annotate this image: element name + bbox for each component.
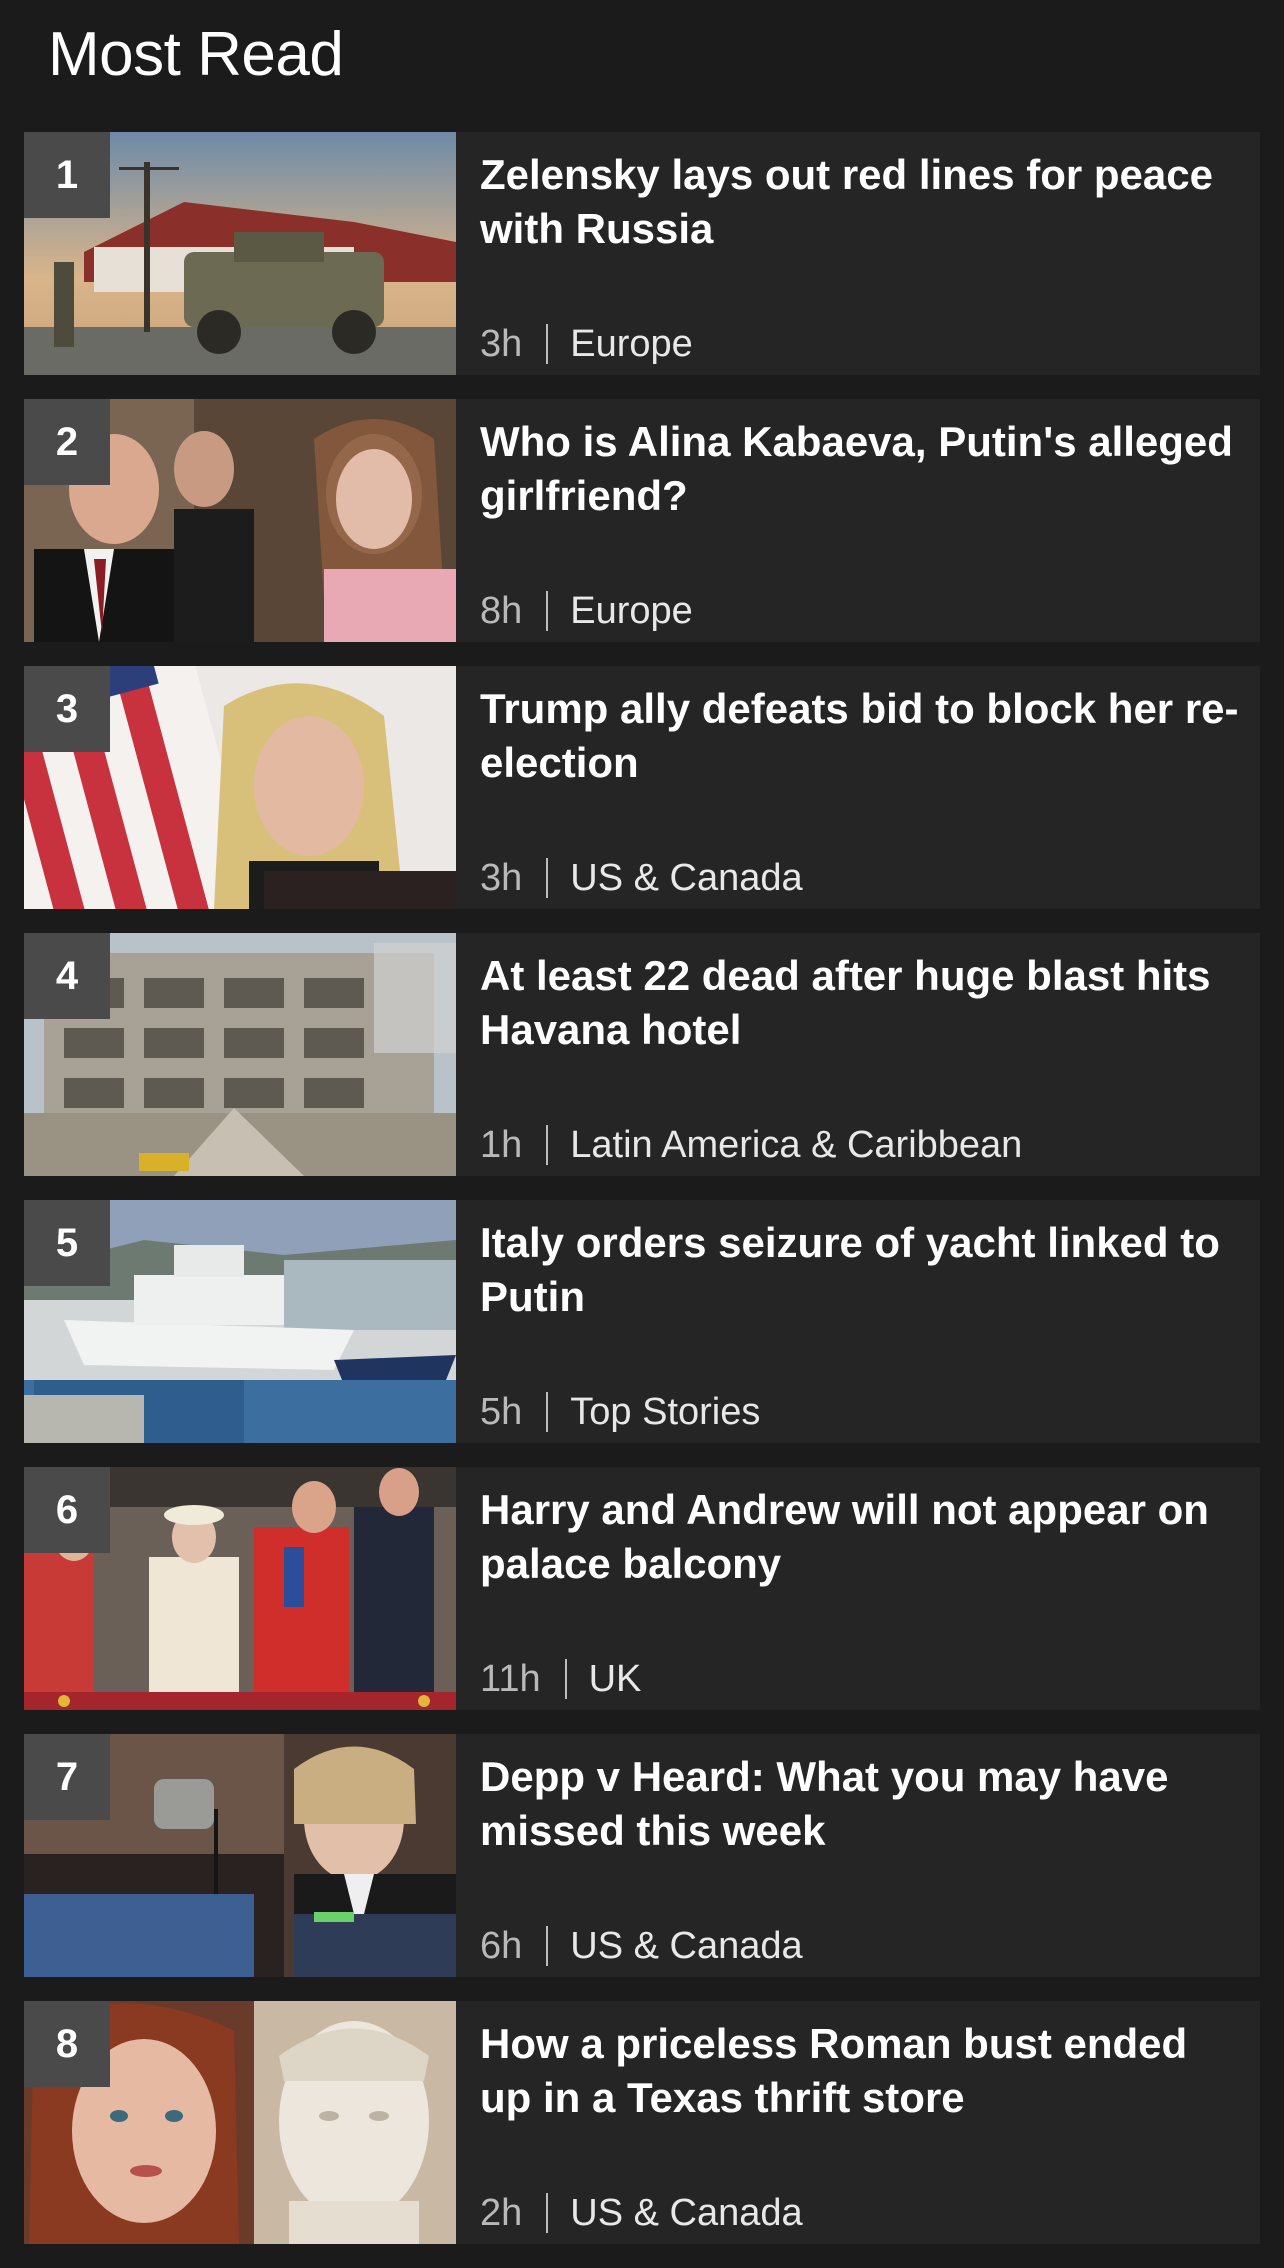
article-time: 3h: [480, 857, 523, 899]
article-content: Depp v Heard: What you may have missed t…: [480, 1734, 1244, 1977]
meta-divider: [546, 2193, 549, 2233]
meta-divider: [546, 324, 549, 364]
article-meta: 8h Europe: [480, 587, 693, 635]
rank-badge: 8: [24, 2001, 110, 2087]
article-content: Who is Alina Kabaeva, Putin's alleged gi…: [480, 399, 1244, 642]
article-thumbnail[interactable]: 1: [24, 132, 456, 375]
article-meta: 5h Top Stories: [480, 1388, 760, 1436]
article-item-3[interactable]: 3 Trump ally defeats bid to block her re…: [24, 666, 1260, 909]
article-content: Zelensky lays out red lines for peace wi…: [480, 132, 1244, 375]
article-thumbnail[interactable]: 7: [24, 1734, 456, 1977]
article-headline[interactable]: Depp v Heard: What you may have missed t…: [480, 1750, 1244, 1858]
article-meta: 3h Europe: [480, 320, 693, 368]
article-list: 1 Zelensky lays out red lines for peace …: [24, 132, 1260, 2268]
article-category[interactable]: UK: [589, 1655, 642, 1703]
section-title: Most Read: [48, 20, 344, 89]
article-content: Italy orders seizure of yacht linked to …: [480, 1200, 1244, 1443]
article-thumbnail[interactable]: 5: [24, 1200, 456, 1443]
article-headline[interactable]: How a priceless Roman bust ended up in a…: [480, 2017, 1244, 2125]
article-time: 2h: [480, 2192, 523, 2234]
article-category[interactable]: Europe: [570, 320, 693, 368]
rank-badge: 7: [24, 1734, 110, 1820]
article-item-1[interactable]: 1 Zelensky lays out red lines for peace …: [24, 132, 1260, 375]
article-category[interactable]: US & Canada: [570, 1922, 802, 1970]
article-meta: 3h US & Canada: [480, 854, 803, 902]
article-item-7[interactable]: 7 Depp v Heard: What you may have missed…: [24, 1734, 1260, 1977]
rank-badge: 3: [24, 666, 110, 752]
article-time: 1h: [480, 1124, 523, 1166]
article-item-8[interactable]: 8 How a priceless Roman bust ended up in…: [24, 2001, 1260, 2244]
meta-divider: [546, 1926, 549, 1966]
article-content: Harry and Andrew will not appear on pala…: [480, 1467, 1244, 1710]
most-read-panel: Most Read 1 Zelensky lays out red lines …: [0, 0, 1284, 2256]
article-time: 3h: [480, 323, 523, 365]
article-meta: 6h US & Canada: [480, 1922, 803, 1970]
article-meta: 1h Latin America & Caribbean: [480, 1121, 1022, 1169]
article-time: 8h: [480, 590, 523, 632]
article-headline[interactable]: Who is Alina Kabaeva, Putin's alleged gi…: [480, 415, 1244, 523]
article-headline[interactable]: At least 22 dead after huge blast hits H…: [480, 949, 1244, 1057]
article-content: Trump ally defeats bid to block her re-e…: [480, 666, 1244, 909]
article-thumbnail[interactable]: 6: [24, 1467, 456, 1710]
article-thumbnail[interactable]: 2: [24, 399, 456, 642]
article-content: At least 22 dead after huge blast hits H…: [480, 933, 1244, 1176]
meta-divider: [546, 591, 549, 631]
article-headline[interactable]: Italy orders seizure of yacht linked to …: [480, 1216, 1244, 1324]
meta-divider: [546, 1392, 549, 1432]
article-category[interactable]: Latin America & Caribbean: [570, 1121, 1022, 1169]
article-category[interactable]: US & Canada: [570, 2189, 802, 2237]
rank-badge: 1: [24, 132, 110, 218]
article-time: 6h: [480, 1925, 523, 1967]
rank-badge: 6: [24, 1467, 110, 1553]
article-item-6[interactable]: 6 Harry and Andrew will not appear on pa…: [24, 1467, 1260, 1710]
article-content: How a priceless Roman bust ended up in a…: [480, 2001, 1244, 2244]
rank-badge: 5: [24, 1200, 110, 1286]
article-category[interactable]: US & Canada: [570, 854, 802, 902]
article-category[interactable]: Europe: [570, 587, 693, 635]
article-meta: 11h UK: [480, 1655, 641, 1703]
article-thumbnail[interactable]: 4: [24, 933, 456, 1176]
article-category[interactable]: Top Stories: [570, 1388, 760, 1436]
article-time: 11h: [480, 1658, 541, 1700]
meta-divider: [564, 1659, 567, 1699]
article-headline[interactable]: Trump ally defeats bid to block her re-e…: [480, 682, 1244, 790]
article-meta: 2h US & Canada: [480, 2189, 803, 2237]
article-thumbnail[interactable]: 8: [24, 2001, 456, 2244]
article-item-2[interactable]: 2 Who is Alina Kabaeva, Putin's alleged …: [24, 399, 1260, 642]
article-headline[interactable]: Zelensky lays out red lines for peace wi…: [480, 148, 1244, 256]
article-item-5[interactable]: 5 Italy orders seizure of yacht linked t…: [24, 1200, 1260, 1443]
article-item-4[interactable]: 4 At least 22 dead after huge blast hits…: [24, 933, 1260, 1176]
article-thumbnail[interactable]: 3: [24, 666, 456, 909]
meta-divider: [546, 1125, 549, 1165]
article-time: 5h: [480, 1391, 523, 1433]
rank-badge: 2: [24, 399, 110, 485]
article-headline[interactable]: Harry and Andrew will not appear on pala…: [480, 1483, 1244, 1591]
meta-divider: [546, 858, 549, 898]
rank-badge: 4: [24, 933, 110, 1019]
